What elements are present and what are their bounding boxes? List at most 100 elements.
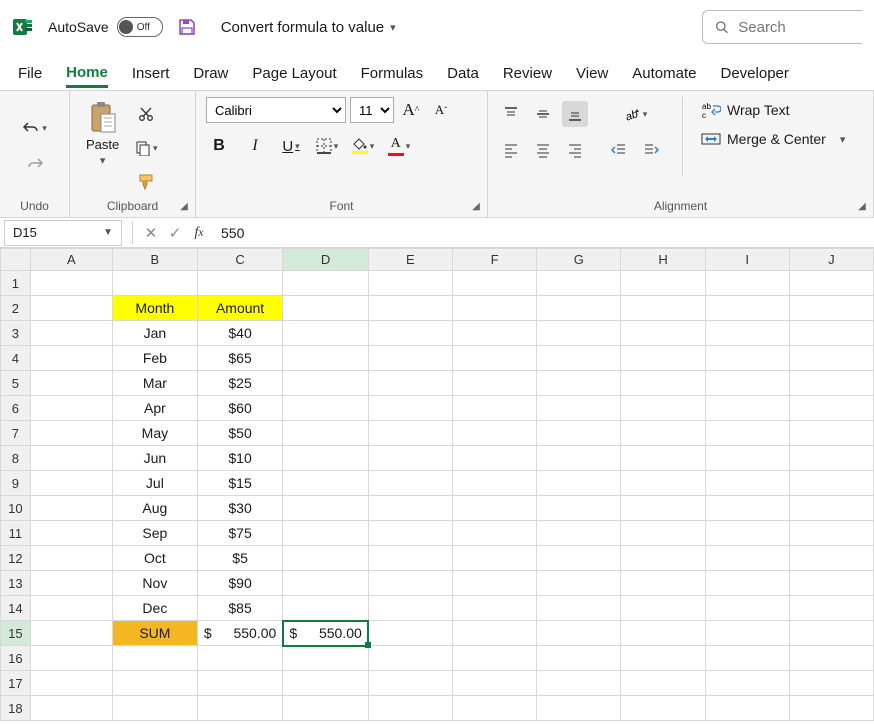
bold-button[interactable]: B <box>206 133 232 159</box>
cell-G15[interactable] <box>537 621 621 646</box>
increase-indent-button[interactable] <box>638 137 664 163</box>
cell-A3[interactable] <box>30 321 112 346</box>
cell-A1[interactable] <box>30 271 112 296</box>
cell-H3[interactable] <box>621 321 705 346</box>
col-header-D[interactable]: D <box>283 249 368 271</box>
font-name-select[interactable]: Calibri <box>206 97 346 123</box>
cell-J9[interactable] <box>789 471 873 496</box>
cell-C12[interactable]: $5 <box>197 546 282 571</box>
cell-J5[interactable] <box>789 371 873 396</box>
cell-J14[interactable] <box>789 596 873 621</box>
cell-E2[interactable] <box>368 296 452 321</box>
cell-G13[interactable] <box>537 571 621 596</box>
cell-E6[interactable] <box>368 396 452 421</box>
row-header-13[interactable]: 13 <box>1 571 31 596</box>
cell-H18[interactable] <box>621 696 705 721</box>
cell-D18[interactable] <box>283 696 368 721</box>
cell-C13[interactable]: $90 <box>197 571 282 596</box>
cell-E15[interactable] <box>368 621 452 646</box>
cell-F13[interactable] <box>453 571 537 596</box>
cell-E11[interactable] <box>368 521 452 546</box>
tab-home[interactable]: Home <box>66 64 108 88</box>
cell-B3[interactable]: Jan <box>112 321 197 346</box>
decrease-font-button[interactable]: Aˇ <box>428 97 454 123</box>
tab-view[interactable]: View <box>576 65 608 88</box>
cut-button[interactable] <box>133 101 159 127</box>
tab-data[interactable]: Data <box>447 65 479 88</box>
cell-H9[interactable] <box>621 471 705 496</box>
cell-B11[interactable]: Sep <box>112 521 197 546</box>
cell-D4[interactable] <box>283 346 368 371</box>
cell-C11[interactable]: $75 <box>197 521 282 546</box>
cell-B16[interactable] <box>112 646 197 671</box>
cell-I16[interactable] <box>705 646 789 671</box>
align-center-button[interactable] <box>530 137 556 163</box>
formula-bar-input[interactable]: 550 <box>211 225 874 241</box>
fill-handle[interactable] <box>365 642 371 648</box>
cell-G8[interactable] <box>537 446 621 471</box>
tab-automate[interactable]: Automate <box>632 65 696 88</box>
cell-C8[interactable]: $10 <box>197 446 282 471</box>
cell-C15[interactable]: $550.00 <box>197 621 282 646</box>
row-header-8[interactable]: 8 <box>1 446 31 471</box>
cell-I8[interactable] <box>705 446 789 471</box>
cell-B5[interactable]: Mar <box>112 371 197 396</box>
cell-G18[interactable] <box>537 696 621 721</box>
cell-I6[interactable] <box>705 396 789 421</box>
cell-E10[interactable] <box>368 496 452 521</box>
cell-A16[interactable] <box>30 646 112 671</box>
cell-H13[interactable] <box>621 571 705 596</box>
cell-B2[interactable]: Month <box>112 296 197 321</box>
cell-D2[interactable] <box>283 296 368 321</box>
align-right-button[interactable] <box>562 137 588 163</box>
row-header-4[interactable]: 4 <box>1 346 31 371</box>
cell-A4[interactable] <box>30 346 112 371</box>
cell-A2[interactable] <box>30 296 112 321</box>
cell-F9[interactable] <box>453 471 537 496</box>
cell-G5[interactable] <box>537 371 621 396</box>
cell-C1[interactable] <box>197 271 282 296</box>
cell-E8[interactable] <box>368 446 452 471</box>
cell-B15[interactable]: SUM <box>112 621 197 646</box>
col-header-H[interactable]: H <box>621 249 705 271</box>
name-box[interactable]: D15 ▼ <box>4 220 122 246</box>
cell-F18[interactable] <box>453 696 537 721</box>
cell-F2[interactable] <box>453 296 537 321</box>
cell-E3[interactable] <box>368 321 452 346</box>
row-header-15[interactable]: 15 <box>1 621 31 646</box>
italic-button[interactable]: I <box>242 133 268 159</box>
cell-I11[interactable] <box>705 521 789 546</box>
row-header-6[interactable]: 6 <box>1 396 31 421</box>
cell-G12[interactable] <box>537 546 621 571</box>
col-header-F[interactable]: F <box>453 249 537 271</box>
tab-page-layout[interactable]: Page Layout <box>252 65 336 88</box>
cell-B1[interactable] <box>112 271 197 296</box>
cell-G17[interactable] <box>537 671 621 696</box>
cell-A15[interactable] <box>30 621 112 646</box>
col-header-G[interactable]: G <box>537 249 621 271</box>
cell-B13[interactable]: Nov <box>112 571 197 596</box>
row-header-18[interactable]: 18 <box>1 696 31 721</box>
cell-A11[interactable] <box>30 521 112 546</box>
format-painter-button[interactable] <box>133 169 159 195</box>
cell-A14[interactable] <box>30 596 112 621</box>
cancel-formula-button[interactable]: ✕ <box>139 221 163 245</box>
cell-D9[interactable] <box>283 471 368 496</box>
cell-J6[interactable] <box>789 396 873 421</box>
cell-I12[interactable] <box>705 546 789 571</box>
col-header-E[interactable]: E <box>368 249 452 271</box>
cell-D17[interactable] <box>283 671 368 696</box>
cell-I4[interactable] <box>705 346 789 371</box>
increase-font-button[interactable]: A^ <box>398 97 424 123</box>
cell-J10[interactable] <box>789 496 873 521</box>
row-header-12[interactable]: 12 <box>1 546 31 571</box>
cell-I3[interactable] <box>705 321 789 346</box>
cell-G7[interactable] <box>537 421 621 446</box>
row-header-5[interactable]: 5 <box>1 371 31 396</box>
align-middle-button[interactable] <box>530 101 556 127</box>
cell-F12[interactable] <box>453 546 537 571</box>
cell-H11[interactable] <box>621 521 705 546</box>
font-launcher[interactable]: ◢ <box>469 199 483 213</box>
cell-H1[interactable] <box>621 271 705 296</box>
cell-I7[interactable] <box>705 421 789 446</box>
